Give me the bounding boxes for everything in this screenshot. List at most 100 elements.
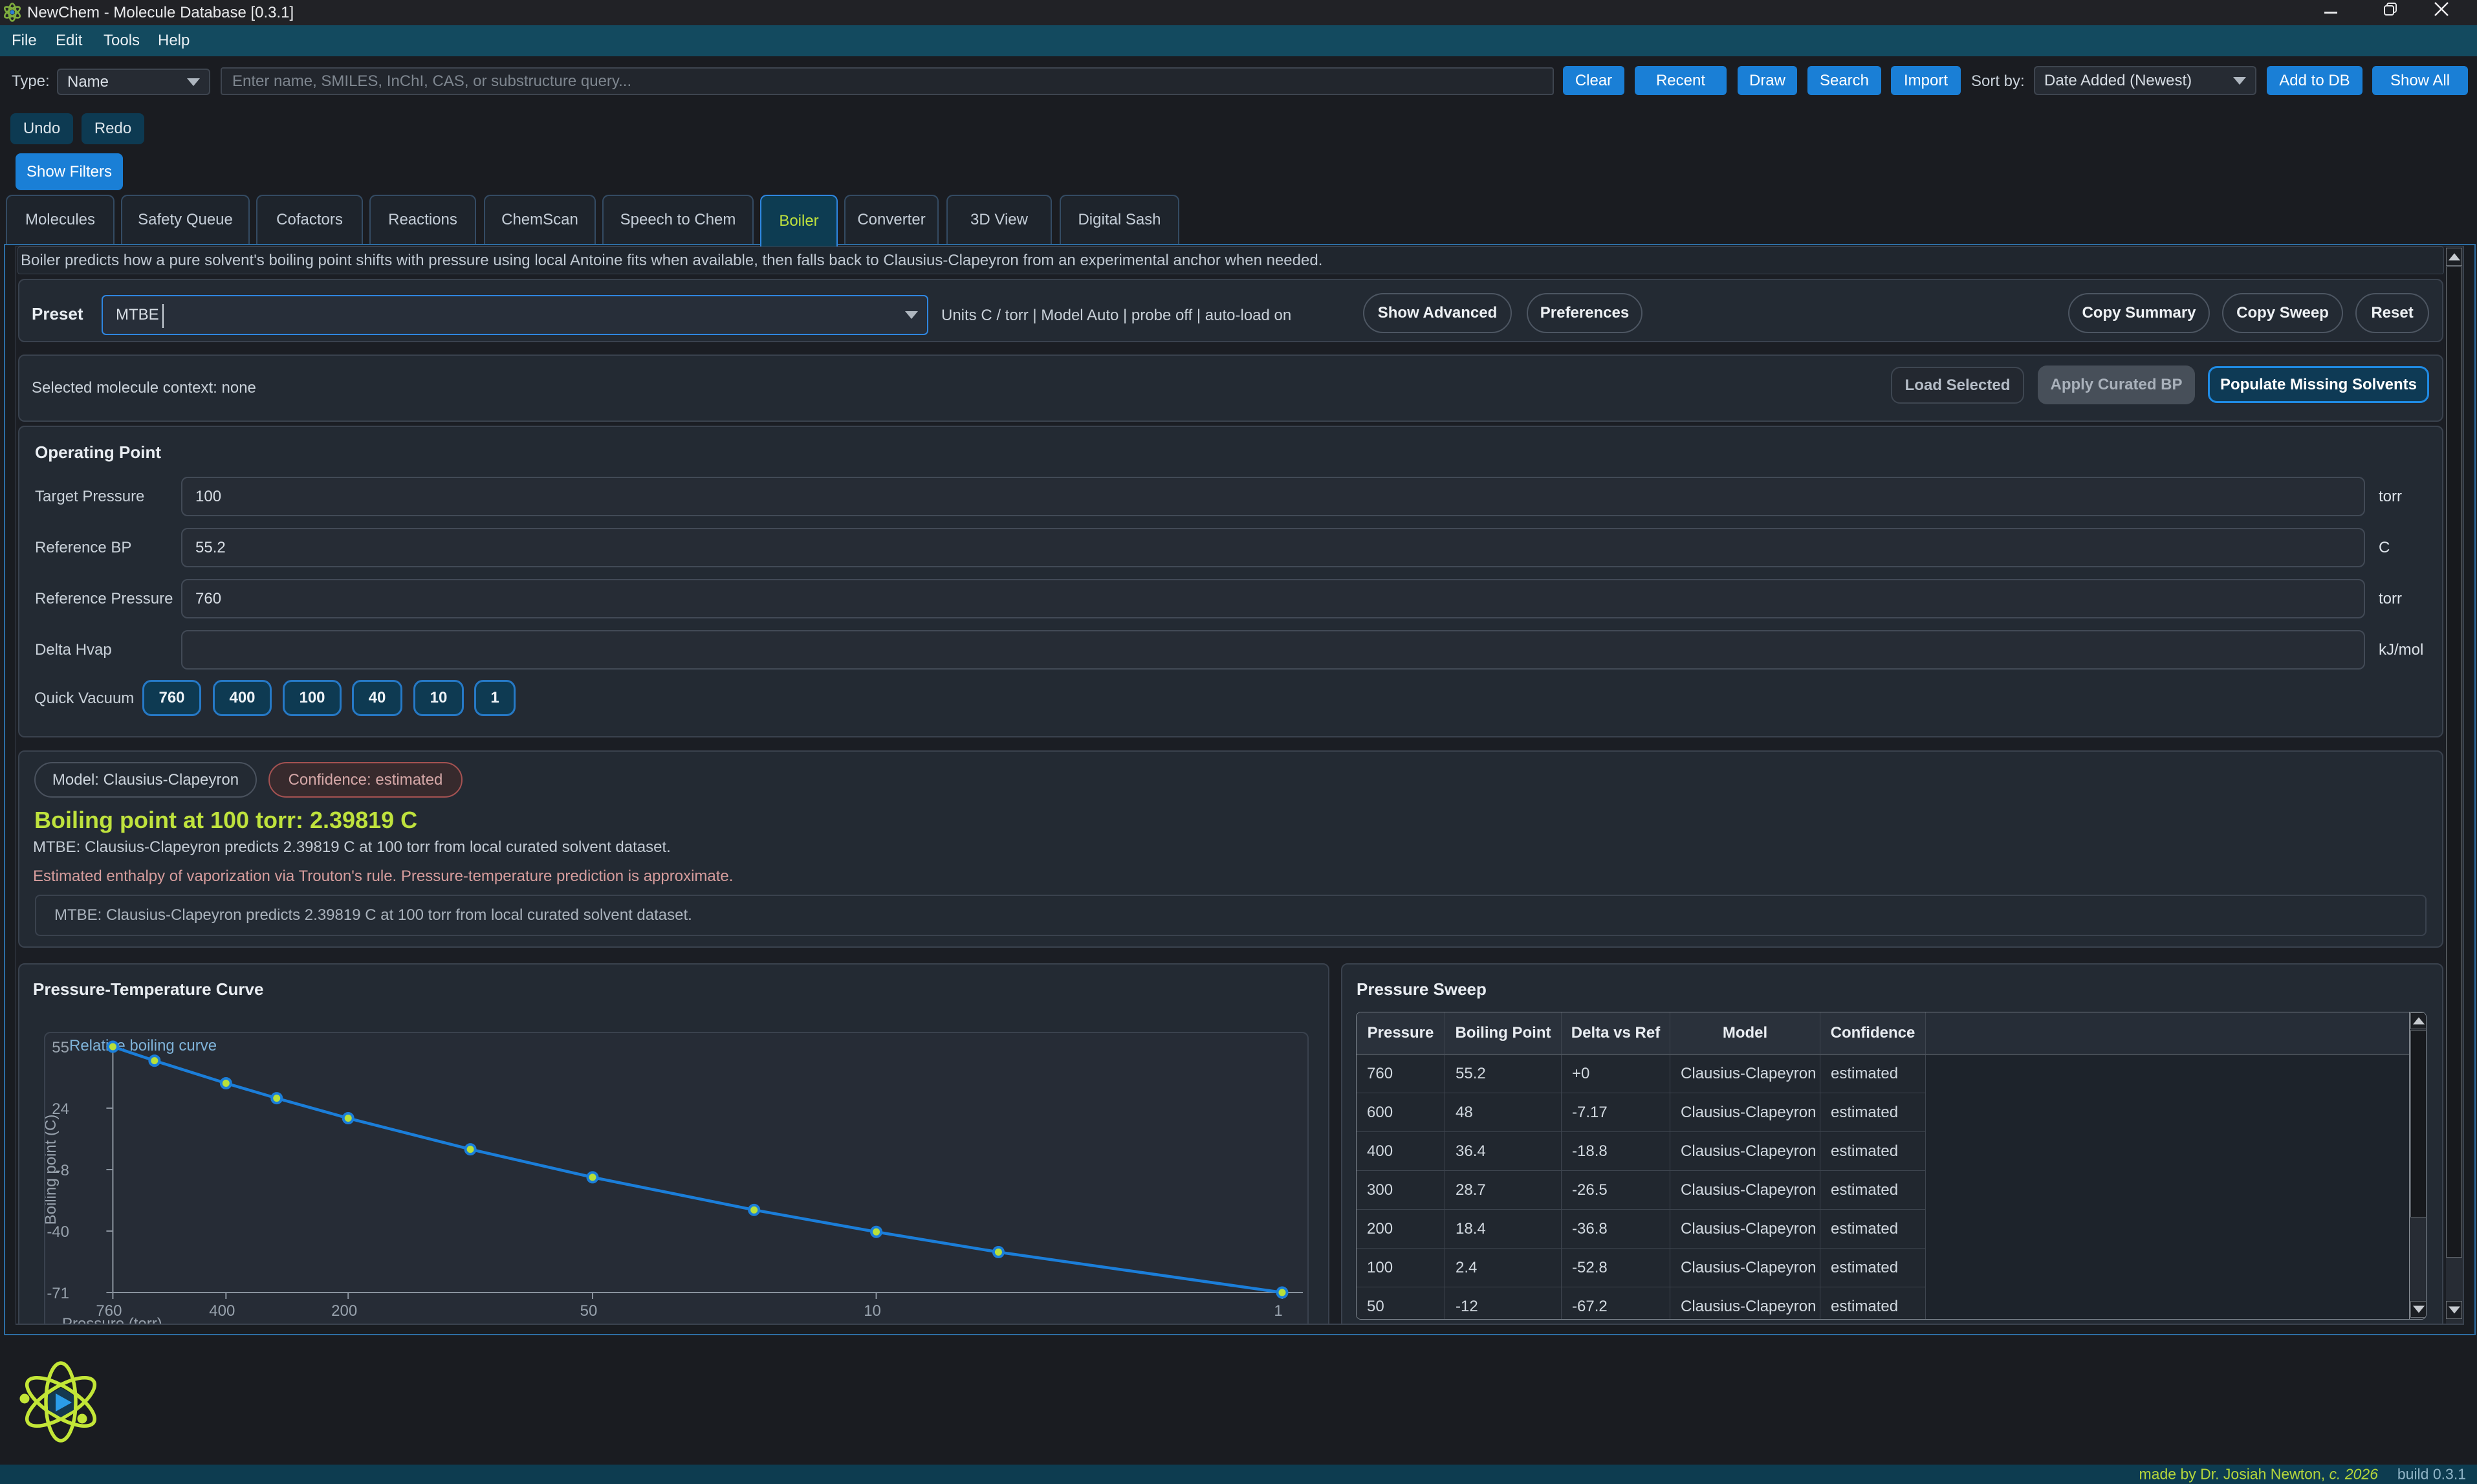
sweep-cell[interactable]: -18.8: [1562, 1132, 1670, 1171]
main-scrollbar-up-button[interactable]: [2446, 248, 2462, 266]
main-scrollbar[interactable]: [2446, 246, 2463, 1324]
sweep-cell[interactable]: Clausius-Clapeyron: [1670, 1287, 1820, 1320]
menu-tools[interactable]: Tools: [104, 25, 140, 56]
main-scrollbar-down-button[interactable]: [2446, 1301, 2462, 1319]
draw-button[interactable]: Draw: [1738, 66, 1797, 95]
undo-button[interactable]: Undo: [10, 113, 73, 144]
tab-molecules[interactable]: Molecules: [6, 195, 115, 244]
sweep-cell[interactable]: estimated: [1820, 1054, 1926, 1093]
op-row-input[interactable]: 100: [181, 477, 2365, 516]
import-button[interactable]: Import: [1891, 66, 1961, 95]
sweep-cell[interactable]: estimated: [1820, 1210, 1926, 1249]
sweep-cell[interactable]: estimated: [1820, 1287, 1926, 1320]
tab-converter[interactable]: Converter: [844, 195, 939, 244]
sweep-cell[interactable]: estimated: [1820, 1249, 1926, 1287]
tab-cofactors[interactable]: Cofactors: [256, 195, 363, 244]
copy-sweep-button[interactable]: Copy Sweep: [2222, 293, 2343, 333]
sweep-cell[interactable]: -12: [1445, 1287, 1562, 1320]
sweep-cell[interactable]: Clausius-Clapeyron: [1670, 1054, 1820, 1093]
sweep-cell[interactable]: 300: [1357, 1171, 1445, 1210]
sweep-cell[interactable]: estimated: [1820, 1093, 1926, 1132]
svg-text:Relative boiling curve: Relative boiling curve: [69, 1037, 217, 1054]
menu-file[interactable]: File: [12, 25, 37, 56]
tab-speech-to-chem[interactable]: Speech to Chem: [602, 195, 754, 244]
op-row-input[interactable]: 760: [181, 579, 2365, 618]
sweep-cell[interactable]: +0: [1562, 1054, 1670, 1093]
sweep-cell[interactable]: estimated: [1820, 1171, 1926, 1210]
quick-vacuum-button[interactable]: 40: [352, 680, 402, 716]
show-advanced-button[interactable]: Show Advanced: [1363, 293, 1512, 333]
electron-dot: [78, 1414, 87, 1424]
menu-help[interactable]: Help: [158, 25, 190, 56]
copy-summary-button[interactable]: Copy Summary: [2068, 293, 2210, 333]
sweep-cell[interactable]: 400: [1357, 1132, 1445, 1171]
menu-edit[interactable]: Edit: [56, 25, 82, 56]
quick-vacuum-button[interactable]: 10: [413, 680, 464, 716]
sweep-cell[interactable]: 18.4: [1445, 1210, 1562, 1249]
sweep-cell[interactable]: 2.4: [1445, 1249, 1562, 1287]
sweep-header-cell[interactable]: Boiling Point: [1445, 1012, 1562, 1054]
main-scrollbar-thumb[interactable]: [2446, 267, 2462, 1258]
sweep-cell[interactable]: Clausius-Clapeyron: [1670, 1210, 1820, 1249]
table-scrollbar-thumb[interactable]: [2410, 1030, 2427, 1217]
sweep-cell[interactable]: Clausius-Clapeyron: [1670, 1093, 1820, 1132]
close-button[interactable]: [2422, 0, 2461, 25]
sweep-header-cell[interactable]: Delta vs Ref: [1562, 1012, 1670, 1054]
sort-combobox[interactable]: Date Added (Newest): [2034, 66, 2256, 95]
sweep-cell[interactable]: -36.8: [1562, 1210, 1670, 1249]
tab-chemscan[interactable]: ChemScan: [484, 195, 596, 244]
sweep-cell[interactable]: 50: [1357, 1287, 1445, 1320]
reset-button[interactable]: Reset: [2355, 293, 2429, 333]
preset-combobox[interactable]: MTBE: [102, 295, 928, 335]
tab-reactions[interactable]: Reactions: [369, 195, 476, 244]
quick-vacuum-button[interactable]: 760: [142, 680, 201, 716]
sweep-cell[interactable]: Clausius-Clapeyron: [1670, 1132, 1820, 1171]
load-selected-button[interactable]: Load Selected: [1891, 367, 2024, 404]
sweep-cell[interactable]: 48: [1445, 1093, 1562, 1132]
minimize-button[interactable]: [2311, 0, 2350, 25]
sweep-cell[interactable]: -7.17: [1562, 1093, 1670, 1132]
sweep-cell[interactable]: 55.2: [1445, 1054, 1562, 1093]
sweep-cell[interactable]: 100: [1357, 1249, 1445, 1287]
restore-button[interactable]: [2370, 0, 2409, 25]
type-combobox[interactable]: Name: [57, 69, 210, 95]
table-scrollbar-down-button[interactable]: [2410, 1301, 2427, 1318]
redo-button[interactable]: Redo: [82, 113, 144, 144]
sweep-cell[interactable]: Clausius-Clapeyron: [1670, 1249, 1820, 1287]
search-input[interactable]: Enter name, SMILES, InChI, CAS, or subst…: [221, 67, 1554, 95]
sweep-cell[interactable]: 600: [1357, 1093, 1445, 1132]
sweep-header-cell[interactable]: Pressure: [1357, 1012, 1445, 1054]
sweep-cell[interactable]: Clausius-Clapeyron: [1670, 1171, 1820, 1210]
op-row-input[interactable]: 55.2: [181, 528, 2365, 567]
tab-3d-view[interactable]: 3D View: [946, 195, 1052, 244]
sweep-cell[interactable]: -26.5: [1562, 1171, 1670, 1210]
op-row-input[interactable]: [181, 630, 2365, 670]
tab-safety-queue[interactable]: Safety Queue: [121, 195, 250, 244]
quick-vacuum-button[interactable]: 1: [474, 680, 516, 716]
populate-missing-solvents-button[interactable]: Populate Missing Solvents: [2208, 366, 2429, 403]
show-all-button[interactable]: Show All: [2372, 66, 2468, 95]
clear-button[interactable]: Clear: [1563, 66, 1624, 95]
table-scrollbar-up-button[interactable]: [2410, 1012, 2427, 1029]
tab-digital-sash[interactable]: Digital Sash: [1060, 195, 1179, 244]
table-scrollbar[interactable]: [2409, 1012, 2427, 1320]
sweep-cell[interactable]: -67.2: [1562, 1287, 1670, 1320]
quick-vacuum-button[interactable]: 400: [213, 680, 272, 716]
recent-button[interactable]: Recent: [1635, 66, 1727, 95]
show-filters-button[interactable]: Show Filters: [16, 153, 123, 190]
sweep-header-cell[interactable]: Model: [1670, 1012, 1820, 1054]
add-to-db-button[interactable]: Add to DB: [2267, 66, 2362, 95]
preferences-button[interactable]: Preferences: [1527, 293, 1642, 333]
sweep-cell[interactable]: 200: [1357, 1210, 1445, 1249]
sweep-header-cell[interactable]: Confidence: [1820, 1012, 1926, 1054]
sweep-cell[interactable]: 36.4: [1445, 1132, 1562, 1171]
apply-curated-bp-button[interactable]: Apply Curated BP: [2038, 366, 2195, 404]
sweep-cell[interactable]: 760: [1357, 1054, 1445, 1093]
quick-vacuum-button[interactable]: 100: [283, 680, 342, 716]
result-log-box[interactable]: MTBE: Clausius-Clapeyron predicts 2.3981…: [35, 895, 2427, 936]
sweep-cell[interactable]: estimated: [1820, 1132, 1926, 1171]
sweep-cell[interactable]: -52.8: [1562, 1249, 1670, 1287]
sweep-cell[interactable]: 28.7: [1445, 1171, 1562, 1210]
tab-boiler[interactable]: Boiler: [760, 195, 838, 246]
search-button[interactable]: Search: [1807, 66, 1881, 95]
